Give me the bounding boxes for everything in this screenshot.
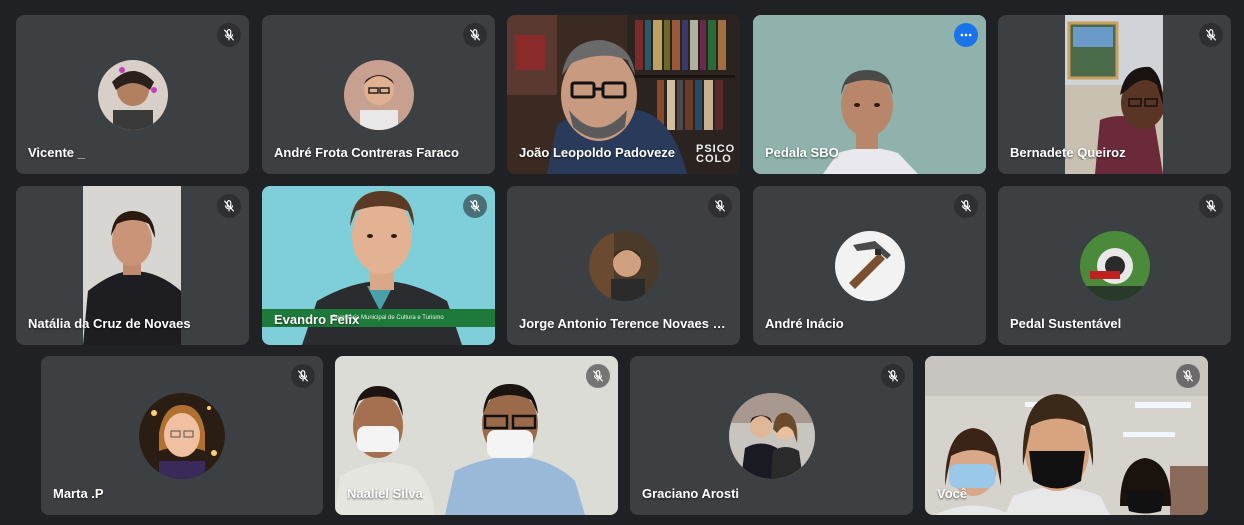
participant-tile-naaliel[interactable]: Naaliel Silva (335, 356, 618, 515)
avatar (1079, 231, 1150, 301)
participant-name: Naaliel Silva (347, 486, 423, 501)
avatar (97, 60, 168, 130)
participant-name: Natália da Cruz de Novaes (28, 316, 191, 331)
participant-tile-andre-frota[interactable]: André Frota Contreras Faraco (262, 15, 495, 174)
participant-name: Graciano Arosti (642, 486, 740, 501)
mic-off-icon (881, 364, 905, 388)
mic-off-icon (463, 23, 487, 47)
participant-name: João Leopoldo Padoveze (519, 145, 676, 160)
mic-off-icon (1176, 364, 1200, 388)
more-options-icon[interactable] (954, 23, 978, 47)
participant-name: Vicente _ (28, 145, 85, 160)
participant-tile-marta[interactable]: Marta .P (41, 356, 323, 515)
participant-tile-evandro[interactable]: Secretaria Municipal de Cultura e Turism… (262, 186, 495, 345)
avatar (139, 393, 225, 479)
video-feed (925, 356, 1208, 515)
participant-name: Pedala SBO (765, 145, 839, 160)
participant-name: Você (937, 486, 968, 501)
participant-name: Evandro Felix (274, 312, 360, 327)
mic-off-icon (708, 194, 732, 218)
participant-tile-pedala-sbo[interactable]: Pedala SBO (753, 15, 986, 174)
participant-tile-graciano[interactable]: Graciano Arosti (630, 356, 913, 515)
participant-name: André Frota Contreras Faraco (274, 145, 459, 160)
mic-off-icon (586, 364, 610, 388)
participant-name: Bernadete Queiroz (1010, 145, 1126, 160)
participant-tile-andre-inacio[interactable]: André Inácio (753, 186, 986, 345)
mic-off-icon (1199, 23, 1223, 47)
avatar (728, 393, 815, 479)
participant-name: André Inácio (765, 316, 844, 331)
participant-tile-natalia[interactable]: Natália da Cruz de Novaes (16, 186, 249, 345)
avatar (588, 231, 659, 301)
mic-off-icon (463, 194, 487, 218)
participant-tile-pedal-sustentavel[interactable]: Pedal Sustentável (998, 186, 1231, 345)
participant-tile-vicente[interactable]: Vicente _ (16, 15, 249, 174)
participant-name: Jorge Antonio Terence Novaes d... (519, 316, 728, 331)
mic-off-icon (954, 194, 978, 218)
avatar (343, 60, 414, 130)
background-book-text: PSICO COLO (696, 143, 736, 165)
participant-tile-voce[interactable]: Você (925, 356, 1208, 515)
mic-off-icon (291, 364, 315, 388)
mic-off-icon (1199, 194, 1223, 218)
participant-tile-jorge[interactable]: Jorge Antonio Terence Novaes d... (507, 186, 740, 345)
participant-name: Pedal Sustentável (1010, 316, 1122, 331)
participant-tile-joao-leopoldo[interactable]: PSICO COLO João Leopoldo Padoveze (507, 15, 740, 174)
mic-off-icon (217, 23, 241, 47)
participant-name: Marta .P (53, 486, 104, 501)
avatar (834, 231, 905, 301)
participant-tile-bernadete[interactable]: Bernadete Queiroz (998, 15, 1231, 174)
mic-off-icon (217, 194, 241, 218)
